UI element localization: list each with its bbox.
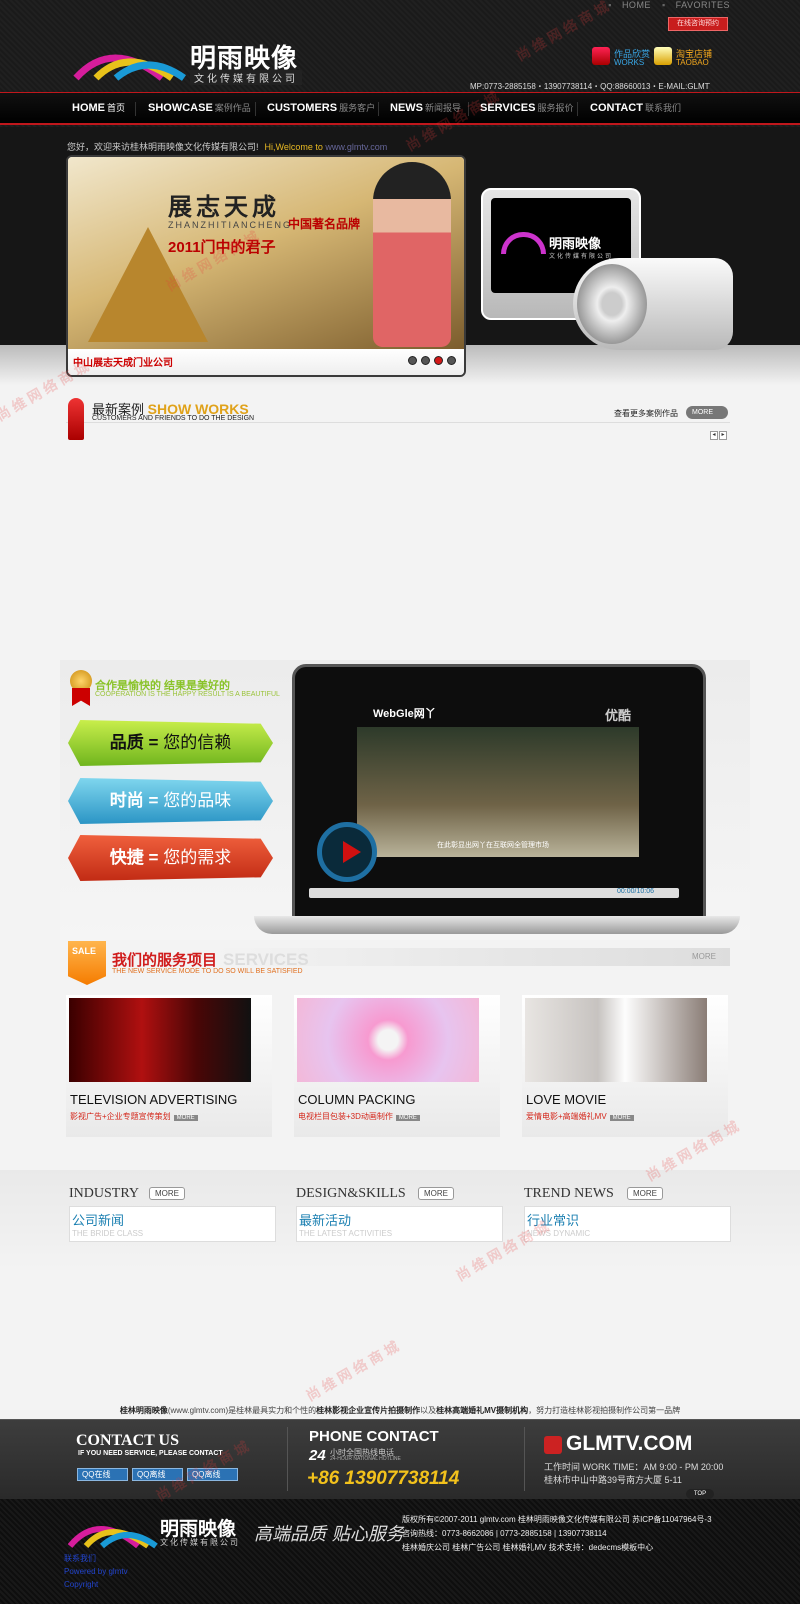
back-to-top-button[interactable]: TOP — [686, 1489, 714, 1499]
news-more-button[interactable]: MORE — [418, 1187, 454, 1200]
hotline-number[interactable]: +86 13907738114 — [307, 1468, 459, 1490]
footer-link[interactable]: Copyright — [64, 1578, 128, 1591]
service-card-tv[interactable]: TELEVISION ADVERTISING 影视广告+企业专题宣传策划 MORE — [66, 995, 272, 1137]
news-link[interactable]: 公司新闻 — [72, 1210, 124, 1229]
service-card-love[interactable]: LOVE MOVIE 爱情电影+高端婚礼MV MORE — [522, 995, 728, 1137]
logo-subtitle: 文化传媒有限公司 — [190, 70, 302, 85]
service-more-button[interactable]: MORE — [395, 1115, 420, 1121]
nav-contact[interactable]: CONTACT 联系我们 — [590, 93, 681, 124]
slide-dot-4[interactable] — [447, 356, 456, 365]
prev-arrow-icon[interactable]: ◂ — [710, 431, 718, 440]
glmtv-icon — [544, 1436, 562, 1454]
fashion-ribbon: 时尚 = 您的品味 — [68, 778, 273, 824]
home-link[interactable]: HOME — [622, 0, 651, 10]
qq-offline-button[interactable]: QQ离线 — [187, 1468, 238, 1481]
model-figure — [373, 162, 451, 347]
nav-showcase[interactable]: SHOWCASE 案例作品 — [148, 93, 251, 124]
play-icon[interactable] — [317, 822, 377, 882]
taobao-icon — [654, 47, 672, 65]
news-more-button[interactable]: MORE — [149, 1187, 185, 1200]
more-works-link[interactable]: 查看更多案例作品 — [614, 408, 678, 419]
news-link[interactable]: 最新活动 — [299, 1210, 351, 1229]
favorites-link[interactable]: FAVORITES — [676, 0, 730, 10]
nav-customers[interactable]: CUSTOMERS 服务客户 — [267, 93, 375, 124]
video-time: 00:00/10:06 — [617, 888, 654, 895]
service-more-button[interactable]: MORE — [609, 1115, 634, 1121]
welcome-text: 您好，欢迎来访桂林明雨映像文化传媒有限公司! Hi,Welcome to www.… — [67, 142, 388, 152]
flag-icon — [68, 398, 84, 440]
service-image[interactable] — [69, 998, 251, 1082]
nav-home[interactable]: HOME 首页 — [72, 93, 125, 124]
service-card-column[interactable]: COLUMN PACKING 电视栏目包装+3D动画制作 MORE — [294, 995, 500, 1137]
nav-news[interactable]: NEWS 新闻报导 — [390, 93, 461, 124]
services-more-link[interactable]: MORE — [692, 952, 716, 961]
slide-caption[interactable]: 中山展志天成门业公司 — [73, 354, 173, 369]
banner-slideshow[interactable]: 展志天成 ZHANZHITIANCHENG 中国著名品牌 2011门中的君子 中… — [66, 155, 466, 377]
watermark: 尚维网络商城 — [303, 1336, 405, 1404]
services-title: 我们的服务项目 SERVICES — [112, 950, 309, 969]
news-more-button[interactable]: MORE — [627, 1187, 663, 1200]
sale-icon: SALE — [68, 941, 106, 985]
main-nav: HOME 首页 SHOWCASE 案例作品 CUSTOMERS 服务客户 NEWS 新闻… — [0, 92, 800, 125]
speaker-illustration — [573, 258, 733, 350]
news-link[interactable]: 行业常识 — [527, 1210, 579, 1229]
copyright: 版权所有©2007-2011 glmtv.com 桂林明雨映像文化传媒有限公司 … — [402, 1515, 712, 1552]
glmtv-brand: GLMTV.COM — [566, 1432, 693, 1455]
next-arrow-icon[interactable]: ▸ — [719, 431, 727, 440]
video-screen[interactable]: 在此彰显出网丫在互联网全管理市场 — [357, 727, 639, 857]
video-player: WebGle网丫 优酷 在此彰显出网丫在互联网全管理市场 00:00/10:06 — [292, 664, 706, 922]
quality-ribbon: 品质 = 您的信赖 — [68, 720, 273, 766]
footer-links: 联系我们 Powered by glmtv Copyright — [64, 1552, 128, 1591]
service-image[interactable] — [525, 998, 707, 1082]
more-works-button[interactable]: MORE — [686, 406, 728, 419]
slide-slogan: 展志天成 — [168, 192, 280, 221]
company-intro: 桂林明雨映像(www.glmtv.com)是桂林最具实力和个性的桂林影视企业宣传… — [119, 1406, 681, 1415]
top-links: ▪ HOME ▪ FAVORITES — [608, 0, 730, 10]
slide-image[interactable]: 展志天成 ZHANZHITIANCHENG 中国著名品牌 2011门中的君子 — [68, 157, 464, 349]
speed-ribbon: 快捷 = 您的需求 — [68, 835, 273, 881]
qq-offline-button[interactable]: QQ离线 — [132, 1468, 183, 1481]
consult-button[interactable]: 在线咨询预约 — [668, 17, 728, 31]
service-image[interactable] — [297, 998, 479, 1082]
service-more-button[interactable]: MORE — [173, 1115, 198, 1121]
works-icon — [592, 47, 610, 65]
phone-contact-title: PHONE CONTACT — [309, 1428, 439, 1445]
footer-link[interactable]: Powered by glmtv — [64, 1565, 128, 1578]
contact-title: CONTACT US — [76, 1432, 179, 1449]
site-url-link[interactable]: www.glmtv.com — [325, 142, 387, 152]
footer-link[interactable]: 联系我们 — [64, 1552, 128, 1565]
slide-dot-1[interactable] — [408, 356, 417, 365]
nav-services[interactable]: SERVICES 服务报价 — [480, 93, 573, 124]
qq-online-button[interactable]: QQ在线 — [77, 1468, 128, 1481]
slide-dot-2[interactable] — [421, 356, 430, 365]
footer-slogan: 高端品质 贴心服务 — [254, 1524, 404, 1545]
slide-dot-3-active[interactable] — [434, 356, 443, 365]
works-pager: ◂ ▸ — [710, 431, 728, 440]
